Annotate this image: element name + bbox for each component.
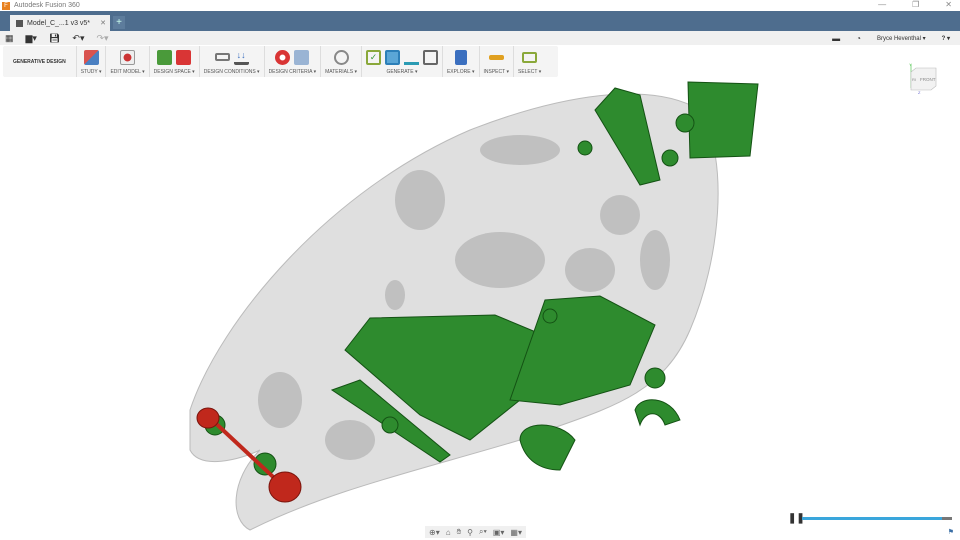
viewcube[interactable]: Y FRONT RI Z xyxy=(904,62,938,94)
viewcube-axis-z: Z xyxy=(918,90,921,94)
pan-icon[interactable]: ✋︎ xyxy=(457,527,462,537)
progress-fill xyxy=(802,517,942,520)
3d-viewport[interactable] xyxy=(0,0,960,540)
zoom-icon[interactable]: ⚲ xyxy=(467,528,473,537)
viewcube-front-face[interactable]: FRONT xyxy=(920,77,936,82)
display-settings-icon[interactable]: ▣▾ xyxy=(493,528,505,537)
grid-settings-icon[interactable]: ▦▾ xyxy=(510,528,522,537)
viewcube-right-face[interactable]: RI xyxy=(912,77,916,82)
viewcube-axis-y: Y xyxy=(909,62,912,67)
orbit-icon[interactable]: ⊕▾ xyxy=(429,528,440,537)
timeline-progress: ❚❚ xyxy=(788,512,953,524)
progress-track[interactable] xyxy=(802,517,952,520)
navigation-bar: ⊕▾ ⌂ ✋︎ ⚲ ⌕▾ ▣▾ ▦▾ xyxy=(425,526,526,538)
fit-icon[interactable]: ⌕▾ xyxy=(479,527,487,537)
look-at-icon[interactable]: ⌂ xyxy=(446,528,451,537)
feedback-flag-icon[interactable]: ⚑ xyxy=(948,528,954,536)
